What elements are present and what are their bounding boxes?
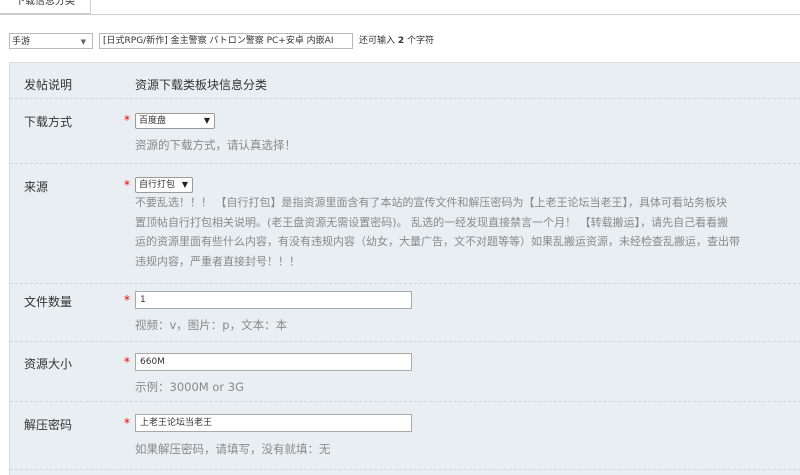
post-desc-text: 资源下载类板块信息分类 — [135, 78, 268, 92]
source-select[interactable]: 自行打包 ▼ — [135, 177, 193, 193]
row-file-count: 文件数量 * 1 视频：v，图片：p，文本：本 — [10, 283, 800, 342]
download-method-hint: 资源的下载方式，请认真选择！ — [135, 138, 296, 152]
tab-bar: 下载信息分类 — [0, 0, 800, 15]
required-mark: * — [124, 416, 130, 430]
row-source: 来源 * 自行打包 ▼ 不要乱选！！！ 【自行打包】是指资源里面含有了本站的宣传… — [10, 163, 800, 284]
counter-suffix: 个字符 — [407, 36, 435, 46]
category-select[interactable]: 手游 ▼ — [9, 33, 93, 49]
size-hint: 示例：3000M or 3G — [135, 380, 244, 394]
category-select-value: 手游 — [12, 37, 31, 47]
chevron-down-icon: ▼ — [203, 116, 210, 125]
chevron-down-icon: ▼ — [80, 38, 86, 46]
password-input[interactable]: 上老王论坛当老王 — [135, 414, 412, 432]
download-method-value: 百度盘 — [139, 116, 167, 126]
source-label: 来源 — [24, 180, 49, 194]
source-value: 自行打包 — [139, 180, 176, 190]
tab-download-info[interactable]: 下载信息分类 — [0, 0, 91, 14]
source-line: 置顶帖自行打包相关说明。(老王盘资源无需设置密码)。 乱选的一经发现直接禁言一个… — [135, 215, 729, 229]
char-counter: 还可输入 2 个字符 — [359, 33, 434, 49]
form-panel: 发帖说明 资源下载类板块信息分类 下载方式 * 百度盘 ▼ 资源的下载方式，请认… — [9, 62, 800, 475]
post-desc-label: 发帖说明 — [24, 78, 73, 92]
source-line: 不要乱选！！！ 【自行打包】是指资源里面含有了本站的宣传文件和解压密码为【上老王… — [135, 196, 727, 209]
row-post-desc: 发帖说明 资源下载类板块信息分类 — [10, 63, 800, 99]
counter-count: 2 — [397, 36, 405, 46]
source-description: 不要乱选！！！ 【自行打包】是指资源里面含有了本站的宣传文件和解压密码为【上老王… — [135, 193, 800, 271]
title-input[interactable]: [日式RPG/新作] 金主警察 パトロン警察 PC+安卓 内嵌AI — [99, 33, 353, 49]
download-method-label: 下载方式 — [24, 115, 73, 129]
file-count-hint: 视频：v，图片：p，文本：本 — [135, 318, 288, 332]
row-download-method: 下载方式 * 百度盘 ▼ 资源的下载方式，请认真选择！ — [10, 98, 800, 164]
source-line: 违规内容，严重者直接封号！！！ — [135, 254, 300, 268]
download-method-select[interactable]: 百度盘 ▼ — [135, 113, 215, 129]
required-mark: * — [124, 293, 130, 307]
file-count-label: 文件数量 — [24, 295, 73, 309]
source-line: 运的资源里面有些什么内容，有没有违规内容（幼女，大量广告，文不对题等等）如果乱搬… — [135, 235, 740, 248]
chevron-down-icon: ▼ — [181, 180, 188, 189]
counter-prefix: 还可输入 — [359, 36, 396, 46]
row-password: 解压密码 * 上老王论坛当老王 如果解压密码，请填写，没有就填：无 — [10, 401, 800, 470]
password-label: 解压密码 — [24, 418, 73, 432]
size-input[interactable]: 660M — [135, 353, 412, 371]
title-row: 手游 ▼ [日式RPG/新作] 金主警察 パトロン警察 PC+安卓 内嵌AI 还… — [0, 33, 800, 51]
size-label: 资源大小 — [24, 357, 73, 371]
required-mark: * — [124, 178, 130, 192]
required-mark: * — [124, 113, 130, 127]
required-mark: * — [124, 355, 130, 369]
file-count-input[interactable]: 1 — [135, 291, 412, 309]
password-hint: 如果解压密码，请填写，没有就填：无 — [135, 442, 331, 456]
row-size: 资源大小 * 660M 示例：3000M or 3G — [10, 341, 800, 402]
